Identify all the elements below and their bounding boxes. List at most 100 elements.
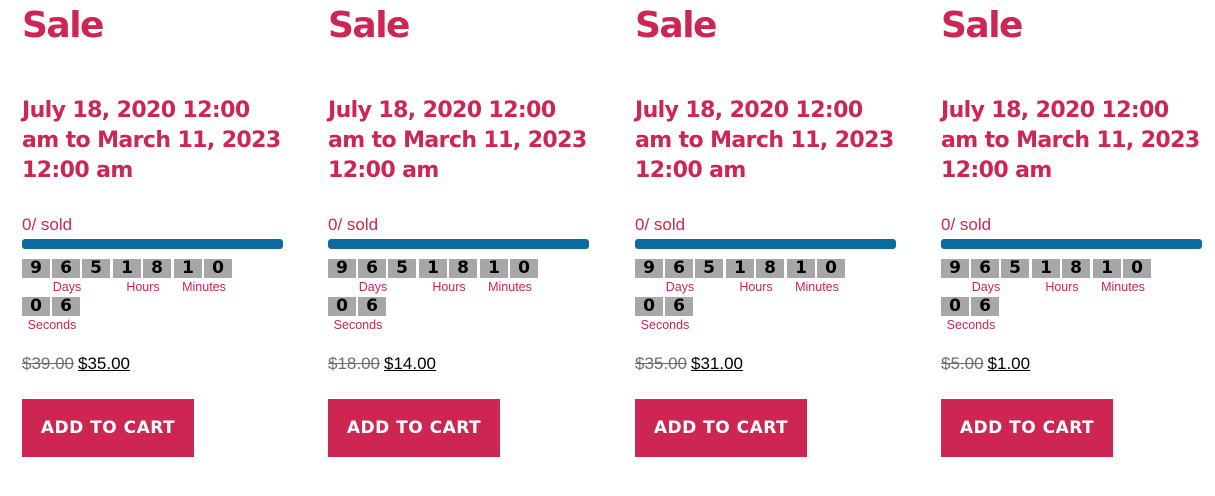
countdown-seconds: 0 6 Seconds <box>328 297 388 333</box>
countdown-days-label: Days <box>665 280 695 294</box>
countdown-timer: 9 6 5 Days 1 8 Hours 1 0 Minutes <box>635 259 848 295</box>
countdown-hours: 1 8 Hours <box>726 259 786 295</box>
sale-date-range: July 18, 2020 12:00 am to March 11, 2023… <box>941 98 1200 183</box>
countdown-hours-label: Hours <box>739 280 773 294</box>
countdown-digit: 1 <box>1093 259 1121 278</box>
countdown-digit: 6 <box>358 297 386 316</box>
countdown-digit: 9 <box>328 259 356 278</box>
countdown-digit: 5 <box>388 259 416 278</box>
countdown-timer-seconds: 0 6 Seconds <box>635 297 696 333</box>
countdown-hours-label: Hours <box>432 280 466 294</box>
product-grid: Sale July 18, 2020 12:00 am to March 11,… <box>0 0 1215 496</box>
product-card: Sale July 18, 2020 12:00 am to March 11,… <box>22 0 284 496</box>
countdown-digit: 0 <box>22 297 50 316</box>
countdown-days-label: Days <box>358 280 388 294</box>
countdown-digit: 0 <box>328 297 356 316</box>
countdown-minutes-label: Minutes <box>182 280 226 294</box>
countdown-seconds: 0 6 Seconds <box>635 297 695 333</box>
sold-count: 0/ sold <box>22 215 73 234</box>
price: $5.00 $1.00 <box>941 354 1030 374</box>
countdown-digit: 5 <box>82 259 110 278</box>
countdown-digit: 6 <box>52 297 80 316</box>
price: $39.00 $35.00 <box>22 354 130 374</box>
countdown-timer-seconds: 0 6 Seconds <box>941 297 1002 333</box>
countdown-hours: 1 8 Hours <box>419 259 479 295</box>
countdown-minutes: 1 0 Minutes <box>480 259 540 295</box>
sale-price: $1.00 <box>987 354 1031 373</box>
countdown-seconds-label: Seconds <box>640 318 690 332</box>
countdown-minutes: 1 0 Minutes <box>174 259 234 295</box>
countdown-digit: 1 <box>419 259 447 278</box>
countdown-seconds-label: Seconds <box>333 318 383 332</box>
countdown-digit: 5 <box>1001 259 1029 278</box>
countdown-minutes-label: Minutes <box>795 280 839 294</box>
countdown-timer: 9 6 5 Days 1 8 Hours 1 0 Minutes <box>22 259 235 295</box>
sold-count: 0/ sold <box>941 215 992 234</box>
add-to-cart-button[interactable]: ADD TO CART <box>22 399 194 457</box>
countdown-hours-label: Hours <box>1045 280 1079 294</box>
countdown-days: 9 6 5 Days <box>635 259 725 295</box>
countdown-minutes: 1 0 Minutes <box>787 259 847 295</box>
countdown-digit: 1 <box>113 259 141 278</box>
countdown-digit: 8 <box>1062 259 1090 278</box>
countdown-days-label: Days <box>52 280 82 294</box>
regular-price: $5.00 <box>941 354 984 373</box>
sold-progress-bar <box>22 239 283 249</box>
countdown-seconds: 0 6 Seconds <box>941 297 1001 333</box>
price: $35.00 $31.00 <box>635 354 743 374</box>
countdown-digit: 0 <box>510 259 538 278</box>
countdown-seconds: 0 6 Seconds <box>22 297 82 333</box>
countdown-seconds-label: Seconds <box>27 318 77 332</box>
sold-progress-bar <box>328 239 589 249</box>
countdown-timer: 9 6 5 Days 1 8 Hours 1 0 Minutes <box>328 259 541 295</box>
product-card: Sale July 18, 2020 12:00 am to March 11,… <box>328 0 590 496</box>
add-to-cart-button[interactable]: ADD TO CART <box>941 399 1113 457</box>
countdown-digit: 0 <box>1123 259 1151 278</box>
countdown-digit: 1 <box>1032 259 1060 278</box>
countdown-hours-label: Hours <box>126 280 160 294</box>
countdown-digit: 6 <box>665 297 693 316</box>
countdown-digit: 9 <box>635 259 663 278</box>
add-to-cart-button[interactable]: ADD TO CART <box>328 399 500 457</box>
countdown-digit: 1 <box>480 259 508 278</box>
countdown-digit: 6 <box>971 259 999 278</box>
countdown-days: 9 6 5 Days <box>328 259 418 295</box>
product-card: Sale July 18, 2020 12:00 am to March 11,… <box>941 0 1203 496</box>
countdown-digit: 8 <box>143 259 171 278</box>
countdown-digit: 9 <box>22 259 50 278</box>
sale-date-range: July 18, 2020 12:00 am to March 11, 2023… <box>635 98 894 183</box>
sale-badge: Sale <box>22 5 104 46</box>
countdown-days-label: Days <box>971 280 1001 294</box>
countdown-digit: 0 <box>941 297 969 316</box>
sold-count: 0/ sold <box>328 215 379 234</box>
sale-badge: Sale <box>635 5 717 46</box>
price: $18.00 $14.00 <box>328 354 436 374</box>
sale-badge: Sale <box>328 5 410 46</box>
countdown-hours: 1 8 Hours <box>113 259 173 295</box>
countdown-days: 9 6 5 Days <box>941 259 1031 295</box>
countdown-digit: 6 <box>52 259 80 278</box>
sale-date-range: July 18, 2020 12:00 am to March 11, 2023… <box>328 98 587 183</box>
regular-price: $18.00 <box>328 354 380 373</box>
countdown-digit: 6 <box>358 259 386 278</box>
countdown-digit: 6 <box>971 297 999 316</box>
countdown-minutes-label: Minutes <box>488 280 532 294</box>
countdown-digit: 0 <box>204 259 232 278</box>
regular-price: $39.00 <box>22 354 74 373</box>
countdown-digit: 1 <box>726 259 754 278</box>
sale-price: $14.00 <box>384 354 436 373</box>
add-to-cart-button[interactable]: ADD TO CART <box>635 399 807 457</box>
countdown-digit: 0 <box>817 259 845 278</box>
countdown-minutes: 1 0 Minutes <box>1093 259 1153 295</box>
sale-price: $31.00 <box>691 354 743 373</box>
countdown-digit: 5 <box>695 259 723 278</box>
sold-progress-bar <box>635 239 896 249</box>
sale-date-range: July 18, 2020 12:00 am to March 11, 2023… <box>22 98 281 183</box>
sale-price: $35.00 <box>78 354 130 373</box>
countdown-days: 9 6 5 Days <box>22 259 112 295</box>
countdown-digit: 1 <box>174 259 202 278</box>
countdown-digit: 9 <box>941 259 969 278</box>
regular-price: $35.00 <box>635 354 687 373</box>
countdown-digit: 8 <box>756 259 784 278</box>
countdown-digit: 0 <box>635 297 663 316</box>
